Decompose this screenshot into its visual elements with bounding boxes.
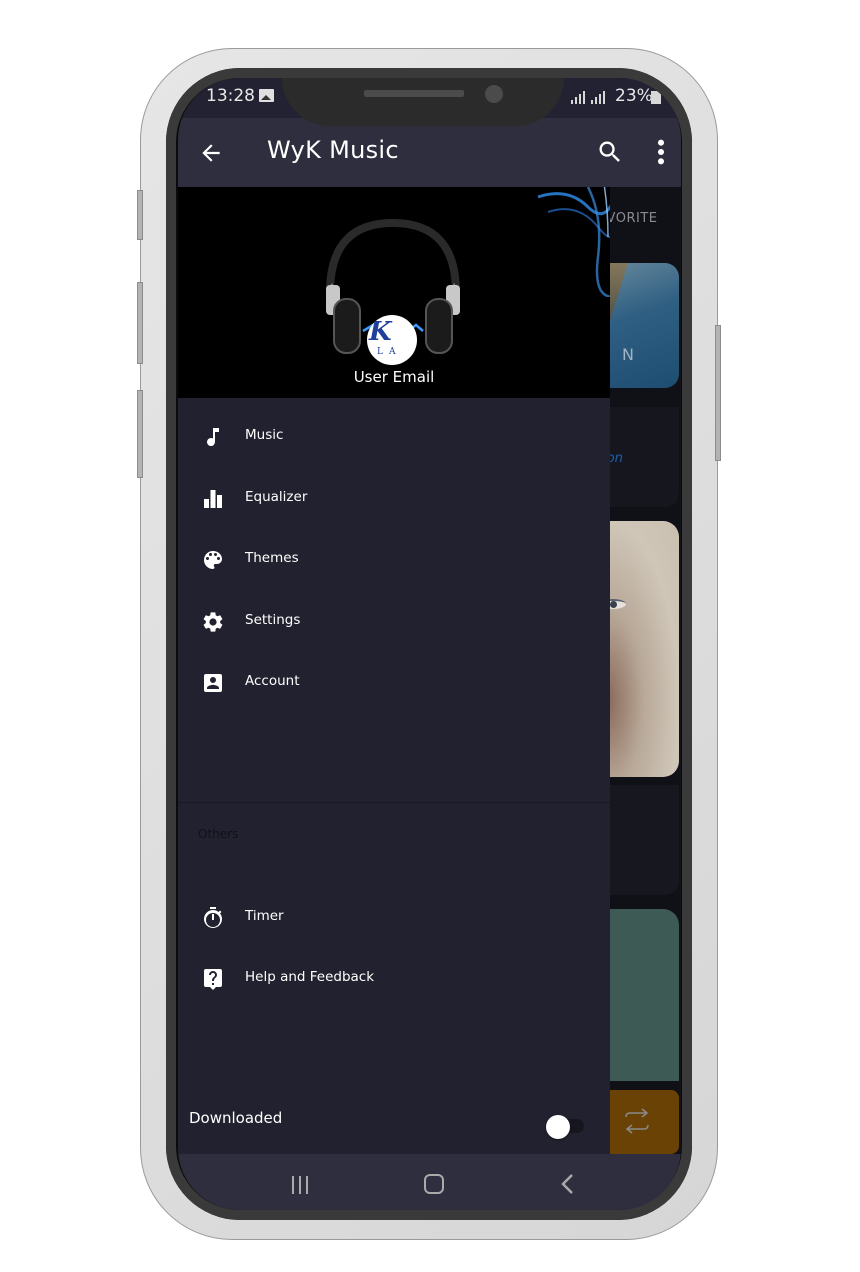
app-bar: WyK Music bbox=[178, 118, 681, 187]
music-note-icon bbox=[207, 428, 219, 447]
drawer-item-themes[interactable]: Themes bbox=[178, 530, 610, 590]
battery-percent: 23% bbox=[615, 86, 653, 106]
account-box-icon bbox=[204, 674, 222, 692]
user-avatar[interactable]: K LA bbox=[367, 315, 417, 365]
drawer-header: K LA User Email bbox=[178, 187, 610, 398]
repeat-icon[interactable] bbox=[622, 1108, 652, 1134]
toggle-thumb bbox=[546, 1115, 570, 1139]
system-nav-bar bbox=[178, 1154, 681, 1210]
drawer-item-account[interactable]: Account bbox=[178, 653, 610, 713]
arrow-left-icon[interactable] bbox=[198, 140, 224, 166]
search-icon[interactable] bbox=[596, 138, 624, 166]
drawer-item-label: Account bbox=[245, 673, 300, 689]
section-header-others: Others bbox=[198, 827, 239, 841]
volume-down-button bbox=[137, 282, 143, 364]
drawer-item-label: Equalizer bbox=[245, 489, 308, 505]
help-feedback-icon bbox=[204, 969, 222, 990]
camera-notch bbox=[282, 78, 564, 126]
app-title: WyK Music bbox=[267, 136, 399, 164]
speaker-grille bbox=[364, 90, 464, 97]
battery-charging-icon bbox=[651, 91, 661, 104]
downloaded-label: Downloaded bbox=[189, 1109, 283, 1127]
power-button bbox=[715, 325, 721, 461]
downloaded-toggle[interactable] bbox=[546, 1115, 586, 1139]
drawer-item-equalizer[interactable]: Equalizer bbox=[178, 469, 610, 529]
volume-up-button bbox=[137, 190, 143, 240]
equalizer-icon bbox=[204, 490, 222, 508]
image-icon bbox=[259, 89, 274, 102]
timer-icon bbox=[204, 907, 223, 929]
signal-icon bbox=[591, 90, 609, 104]
bixby-button bbox=[137, 390, 143, 478]
drawer-item-settings[interactable]: Settings bbox=[178, 592, 610, 652]
logo-letters: K bbox=[369, 317, 392, 347]
drawer-item-label: Help and Feedback bbox=[245, 969, 375, 985]
status-time: 13:28 bbox=[206, 86, 255, 106]
screen: 13:28 23% WyK Music AVORITE A N K LA Use… bbox=[178, 78, 681, 1210]
drawer-item-label: Themes bbox=[245, 550, 299, 566]
user-email: User Email bbox=[353, 368, 435, 386]
logo-subtext: LA bbox=[377, 347, 402, 357]
chevron-left-icon[interactable] bbox=[558, 1172, 578, 1196]
home-icon[interactable] bbox=[424, 1174, 444, 1194]
drawer-item-label: Music bbox=[245, 427, 284, 443]
palette-icon bbox=[204, 551, 222, 569]
gear-icon bbox=[203, 612, 223, 632]
blue-smoke-art bbox=[537, 187, 610, 297]
drawer-item-label: Settings bbox=[245, 612, 301, 628]
signal-icon bbox=[571, 90, 589, 104]
front-camera bbox=[485, 85, 503, 103]
more-vert-icon[interactable] bbox=[654, 138, 668, 166]
drawer-item-help-feedback[interactable]: Help and Feedback bbox=[178, 949, 610, 1009]
drawer-item-timer[interactable]: Timer bbox=[178, 888, 610, 948]
drawer-item-music[interactable]: Music bbox=[178, 407, 610, 467]
drawer-divider bbox=[178, 802, 610, 803]
recents-icon[interactable] bbox=[290, 1176, 312, 1196]
drawer-item-label: Timer bbox=[245, 908, 284, 924]
navigation-drawer: K LA User Email Music Equalizer Themes S… bbox=[178, 187, 610, 1154]
